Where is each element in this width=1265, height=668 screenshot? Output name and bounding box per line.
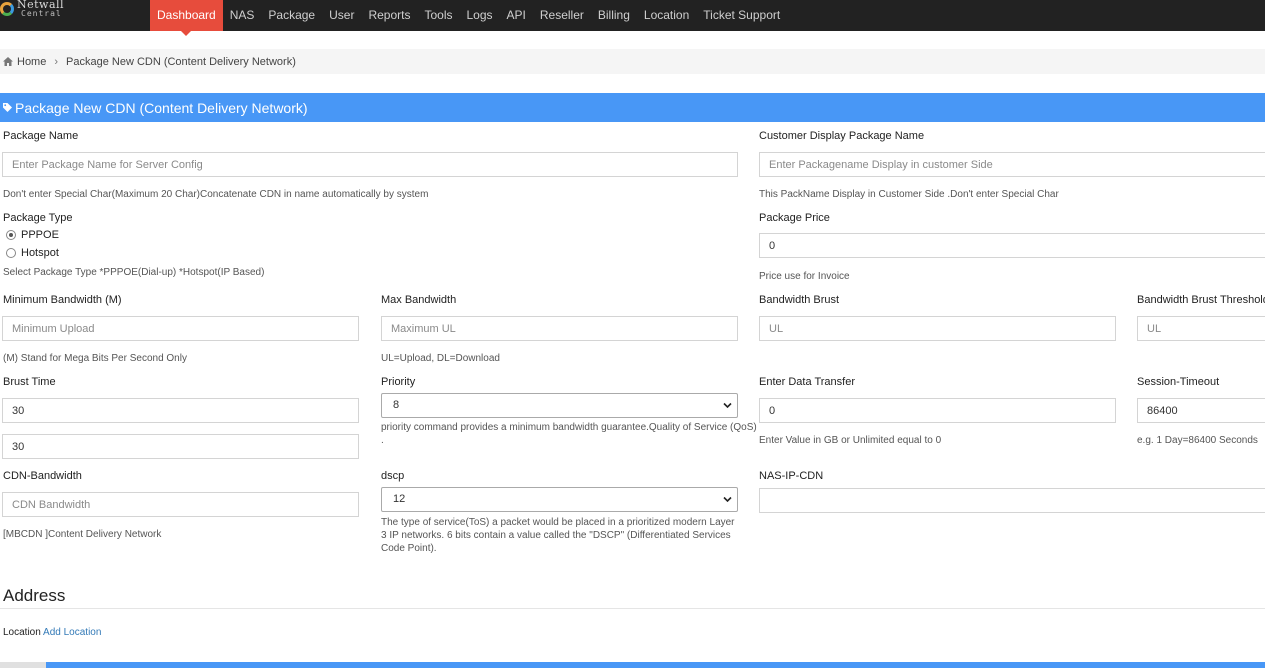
nav-nas[interactable]: NAS (223, 0, 262, 31)
section-divider (0, 608, 1265, 609)
nav-ticket-support[interactable]: Ticket Support (696, 0, 787, 31)
panel-header: Package New CDN (Content Delivery Networ… (0, 93, 1265, 122)
cdn-bandwidth-input[interactable] (2, 492, 359, 517)
nav-api[interactable]: API (500, 0, 533, 31)
breadcrumb: Home › Package New CDN (Content Delivery… (0, 49, 1265, 74)
breadcrumb-current: Package New CDN (Content Delivery Networ… (66, 55, 296, 68)
brust-time-input-1[interactable] (2, 398, 359, 423)
top-navbar: Netwall Central Dashboard NAS Package Us… (0, 0, 1265, 36)
breadcrumb-separator: › (54, 55, 59, 68)
customer-display-input[interactable] (759, 152, 1265, 177)
nav-reseller[interactable]: Reseller (533, 0, 591, 31)
radio-hotspot-label: Hotspot (21, 247, 59, 259)
location-label: Location (3, 627, 41, 638)
min-bandwidth-label: Minimum Bandwidth (M) (3, 294, 122, 306)
panel-title: Package New CDN (Content Delivery Networ… (15, 99, 308, 116)
priority-label: Priority (381, 376, 416, 388)
package-type-help: Select Package Type *PPPOE(Dial-up) *Hot… (3, 267, 265, 278)
chevron-down-icon (723, 402, 732, 409)
nav-user[interactable]: User (322, 0, 361, 31)
location-row: Location Add Location (3, 627, 101, 638)
breadcrumb-home[interactable]: Home (17, 56, 46, 68)
main-nav: Dashboard NAS Package User Reports Tools… (150, 0, 787, 36)
brust-time-label: Brust Time (3, 376, 56, 388)
package-name-help: Don't enter Special Char(Maximum 20 Char… (3, 189, 429, 200)
customer-display-help: This PackName Display in Customer Side .… (759, 189, 1059, 200)
brand-subtitle: Central (21, 9, 62, 18)
max-bandwidth-label: Max Bandwidth (381, 294, 457, 306)
address-title: Address (3, 586, 66, 605)
package-name-input[interactable] (2, 152, 738, 177)
nav-billing[interactable]: Billing (591, 0, 637, 31)
bottom-gray-strip (0, 662, 46, 668)
radio-pppoe-control[interactable] (6, 230, 16, 240)
package-price-input[interactable] (759, 233, 1265, 258)
min-bandwidth-help: (M) Stand for Mega Bits Per Second Only (3, 353, 187, 364)
max-bandwidth-help: UL=Upload, DL=Download (381, 353, 500, 364)
brust-threshold-input[interactable] (1137, 316, 1265, 341)
dscp-help: The type of service(ToS) a packet would … (381, 517, 735, 554)
priority-selected-value: 8 (393, 399, 400, 411)
session-timeout-input[interactable] (1137, 398, 1265, 423)
cdn-bandwidth-help: [MBCDN ]Content Delivery Network (3, 529, 162, 540)
data-transfer-input[interactable] (759, 398, 1116, 423)
package-type-label: Package Type (3, 212, 73, 224)
nas-ip-cdn-input[interactable] (759, 488, 1265, 513)
nav-logs[interactable]: Logs (460, 0, 500, 31)
session-timeout-label: Session-Timeout (1137, 376, 1220, 388)
brust-threshold-label: Bandwidth Brust Threshold (1137, 294, 1265, 306)
dscp-select[interactable]: 12 (381, 487, 738, 512)
brust-time-input-2[interactable] (2, 434, 359, 459)
nav-dashboard[interactable]: Dashboard (150, 0, 223, 36)
nav-reports[interactable]: Reports (361, 0, 417, 31)
customer-display-label: Customer Display Package Name (759, 130, 925, 142)
logo-mark-icon (0, 2, 14, 16)
min-bandwidth-input[interactable] (2, 316, 359, 341)
dscp-selected-value: 12 (393, 493, 406, 505)
package-name-label: Package Name (3, 130, 79, 142)
package-price-help: Price use for Invoice (759, 271, 850, 282)
radio-hotspot-control[interactable] (6, 248, 16, 258)
brand-logo[interactable]: Netwall Central (0, 0, 80, 31)
next-panel-header (46, 662, 1265, 668)
dscp-label: dscp (381, 470, 405, 482)
session-timeout-help: e.g. 1 Day=86400 Seconds (1137, 435, 1258, 446)
cdn-bandwidth-label: CDN-Bandwidth (3, 470, 82, 482)
radio-hotspot[interactable]: Hotspot (6, 247, 59, 259)
bandwidth-brust-input[interactable] (759, 316, 1116, 341)
max-bandwidth-input[interactable] (381, 316, 738, 341)
nas-ip-cdn-label: NAS-IP-CDN (759, 470, 824, 482)
nav-location[interactable]: Location (637, 0, 696, 31)
priority-help: priority command provides a minimum band… (381, 422, 757, 433)
data-transfer-help: Enter Value in GB or Unlimited equal to … (759, 435, 942, 446)
radio-pppoe[interactable]: PPPOE (6, 229, 59, 241)
add-location-link[interactable]: Add Location (43, 627, 101, 638)
data-transfer-label: Enter Data Transfer (759, 376, 855, 388)
priority-select[interactable]: 8 (381, 393, 738, 418)
priority-help-dot: . (381, 435, 384, 446)
chevron-down-icon (723, 496, 732, 503)
package-price-label: Package Price (759, 212, 830, 224)
tag-icon (3, 103, 12, 112)
nav-package[interactable]: Package (261, 0, 322, 31)
bandwidth-brust-label: Bandwidth Brust (759, 294, 840, 306)
radio-pppoe-label: PPPOE (21, 229, 59, 241)
nav-tools[interactable]: Tools (417, 0, 459, 31)
home-icon (3, 57, 13, 66)
